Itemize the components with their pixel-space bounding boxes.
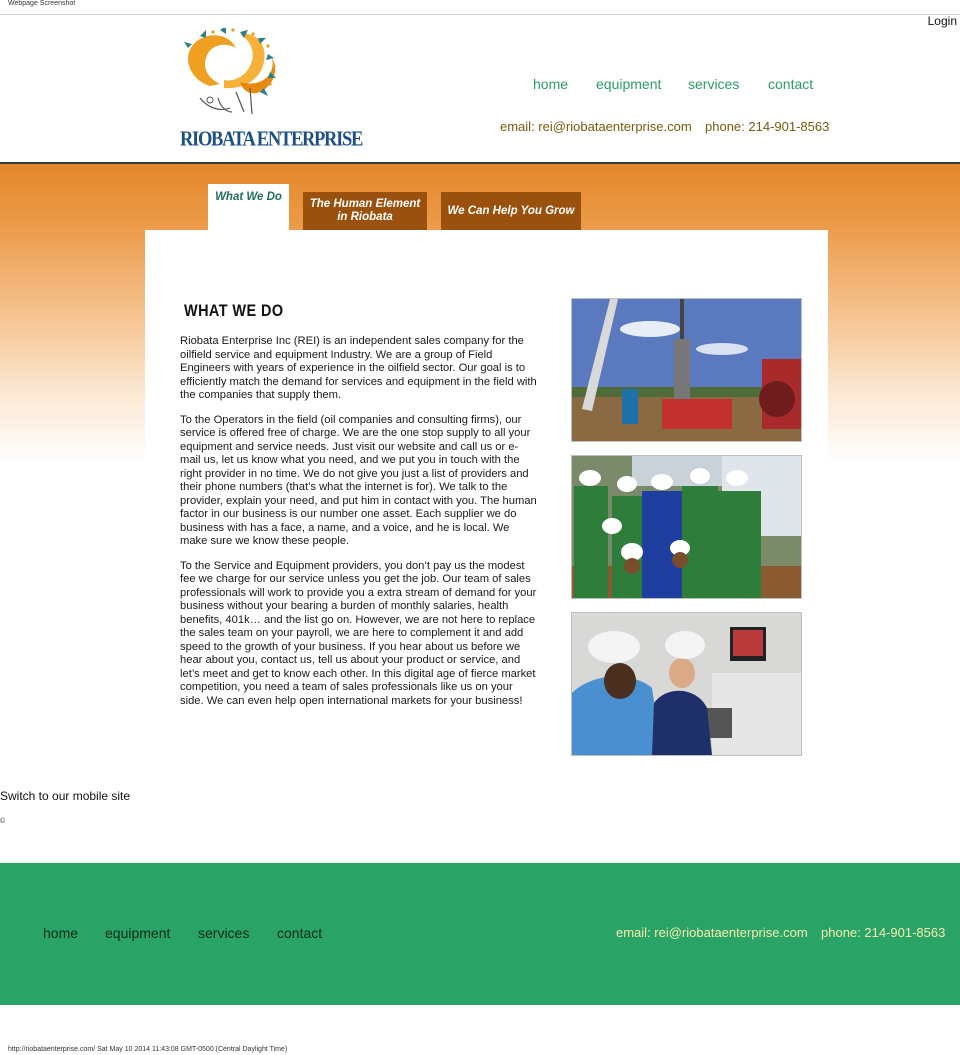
tab-help-you-grow-label: We Can Help You Grow — [447, 204, 575, 217]
page-heading: WHAT WE DO — [184, 301, 284, 320]
footer-nav-services[interactable]: services — [198, 925, 249, 941]
tab-what-we-do[interactable]: What We Do — [208, 184, 289, 232]
browser-caption: Webpage Screenshot — [8, 0, 76, 7]
drilling-rig-image — [572, 299, 801, 441]
mobile-site-link[interactable]: Switch to our mobile site — [0, 789, 130, 803]
login-link[interactable]: Login — [928, 14, 957, 28]
photo-engineers-at-computer — [571, 612, 802, 756]
footer-nav-contact[interactable]: contact — [277, 925, 322, 941]
field-team-image — [572, 456, 801, 598]
footer-phone: phone: 214-901-8563 — [821, 925, 946, 940]
paragraph: To the Service and Equipment providers, … — [180, 559, 537, 707]
paragraph: Riobata Enterprise Inc (REI) is an indep… — [180, 335, 537, 401]
browser-caption-bar: Webpage Screenshot — [0, 0, 960, 15]
footer-nav-equipment[interactable]: equipment — [105, 925, 170, 941]
browser-footer-caption: http://riobataenterprise.com/ Sat May 10… — [8, 1046, 288, 1053]
footer-email[interactable]: email: rei@riobataenterprise.com — [616, 925, 808, 940]
tab-help-you-grow[interactable]: We Can Help You Grow — [441, 192, 581, 230]
photo-field-team — [571, 455, 802, 599]
tab-human-element-label: The Human Element in Riobata — [309, 198, 421, 223]
tab-human-element[interactable]: The Human Element in Riobata — [303, 192, 427, 230]
photo-drilling-rig — [571, 298, 802, 442]
logo-wordmark: RIOBATA ENTERPRISE — [180, 128, 363, 151]
sun-figure-icon — [184, 26, 276, 115]
engineers-computer-image — [572, 613, 801, 755]
nav-home[interactable]: home — [533, 76, 568, 92]
header-phone: phone: 214-901-8563 — [705, 119, 830, 134]
site-logo[interactable]: RIOBATA ENTERPRISE — [180, 26, 363, 152]
copyright-mark: © — [0, 818, 6, 825]
nav-equipment[interactable]: equipment — [596, 76, 661, 92]
paragraph: To the Operators in the field (oil compa… — [180, 413, 537, 548]
main-text: Riobata Enterprise Inc (REI) is an indep… — [180, 335, 537, 719]
header-email[interactable]: email: rei@riobataenterprise.com — [500, 119, 692, 134]
footer-nav-home[interactable]: home — [43, 925, 78, 941]
nav-services[interactable]: services — [688, 76, 739, 92]
nav-contact[interactable]: contact — [768, 76, 813, 92]
